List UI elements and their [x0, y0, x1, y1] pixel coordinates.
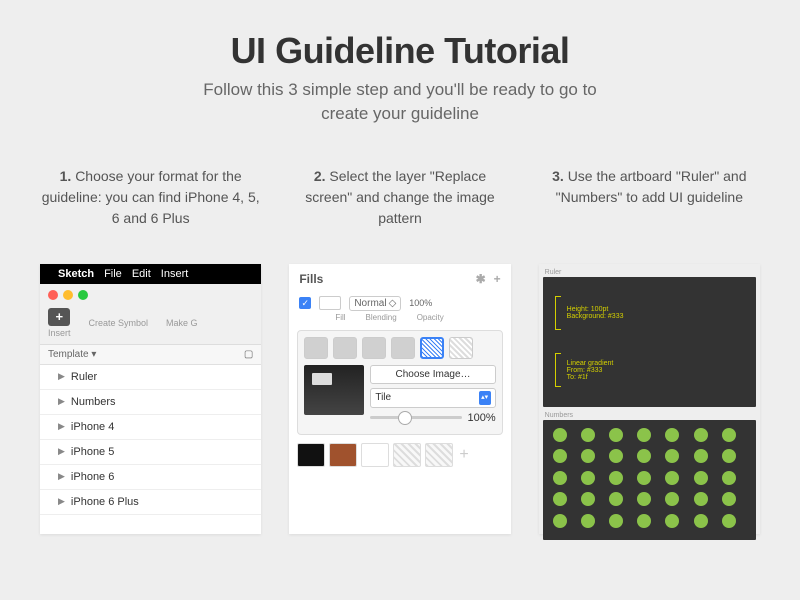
- number-dot: [637, 428, 651, 442]
- number-dot: [694, 492, 708, 506]
- number-dot: [722, 428, 736, 442]
- number-dot: [553, 514, 567, 528]
- artboard-label: Ruler: [543, 268, 756, 277]
- insert-button[interactable]: + Insert: [48, 308, 71, 338]
- layer-item[interactable]: ▶iPhone 6: [40, 465, 261, 490]
- layer-item[interactable]: ▶Numbers: [40, 390, 261, 415]
- fill-type-linear[interactable]: [333, 337, 357, 359]
- number-dot: [637, 514, 651, 528]
- number-dot: [722, 492, 736, 506]
- number-dot: [665, 492, 679, 506]
- choose-image-button[interactable]: Choose Image…: [370, 365, 495, 384]
- number-dot: [581, 449, 595, 463]
- fill-checkbox[interactable]: ✓: [299, 297, 311, 309]
- number-dot: [722, 449, 736, 463]
- number-dot: [553, 471, 567, 485]
- number-dot: [665, 428, 679, 442]
- page-title: UI Guideline Tutorial: [40, 30, 760, 72]
- menubar: Sketch File Edit Insert: [40, 264, 261, 284]
- preset-swatch[interactable]: [425, 443, 453, 467]
- scale-slider[interactable]: [370, 416, 461, 419]
- create-symbol-button[interactable]: Create Symbol: [89, 318, 149, 328]
- ruler-artboard: Height: 100pt Background: #333 Linear gr…: [543, 277, 756, 407]
- screenshot-fills-panel: Fills ✱ + ✓ Normal ◇ 100% Fill Blending …: [289, 264, 510, 534]
- number-dot: [553, 428, 567, 442]
- fill-type-noise[interactable]: [449, 337, 473, 359]
- screenshot-artboards: Ruler Height: 100pt Background: #333: [539, 264, 760, 534]
- fill-type-pattern[interactable]: [420, 337, 444, 359]
- layer-item[interactable]: ▶iPhone 5: [40, 440, 261, 465]
- number-dot: [637, 492, 651, 506]
- gear-icon[interactable]: ✱: [476, 272, 486, 286]
- layer-item[interactable]: ▶iPhone 6 Plus: [40, 490, 261, 515]
- preset-swatch[interactable]: [329, 443, 357, 467]
- number-dot: [722, 471, 736, 485]
- number-dot: [694, 471, 708, 485]
- blend-mode-select[interactable]: Normal ◇: [349, 296, 401, 311]
- page-subtitle: Follow this 3 simple step and you'll be …: [40, 78, 760, 126]
- number-dot: [694, 449, 708, 463]
- template-dropdown[interactable]: Template ▾ ▢: [40, 345, 261, 365]
- number-dot: [694, 428, 708, 442]
- fill-type-flat[interactable]: [304, 337, 328, 359]
- number-dot: [581, 492, 595, 506]
- number-dot: [722, 514, 736, 528]
- number-dot: [665, 514, 679, 528]
- detail-icon: ▢: [244, 349, 253, 360]
- number-dot: [665, 471, 679, 485]
- step-1-text: 1. Choose your format for the guideline:…: [40, 166, 261, 246]
- opacity-value[interactable]: 100%: [409, 298, 432, 308]
- preset-swatch[interactable]: [393, 443, 421, 467]
- preset-swatch[interactable]: [297, 443, 325, 467]
- layer-item[interactable]: ▶Ruler: [40, 365, 261, 390]
- number-dot: [553, 449, 567, 463]
- preset-swatch[interactable]: [361, 443, 389, 467]
- window-toolbar: + Insert Create Symbol Make G: [40, 284, 261, 345]
- number-dot: [609, 428, 623, 442]
- number-dot: [581, 471, 595, 485]
- numbers-artboard: [543, 420, 756, 540]
- screenshot-sketch-layers: Sketch File Edit Insert + Insert: [40, 264, 261, 534]
- layer-list: ▶Ruler ▶Numbers ▶iPhone 4 ▶iPhone 5 ▶iPh…: [40, 365, 261, 515]
- zoom-icon[interactable]: [78, 290, 88, 300]
- make-grid-button[interactable]: Make G: [166, 318, 198, 328]
- number-dot: [609, 492, 623, 506]
- layer-item[interactable]: ▶iPhone 4: [40, 415, 261, 440]
- close-icon[interactable]: [48, 290, 58, 300]
- number-dot: [665, 449, 679, 463]
- artboard-label: Numbers: [543, 411, 756, 420]
- fills-header: Fills: [299, 272, 323, 286]
- fill-popover: Choose Image… Tile ▴▾ 100%: [297, 330, 502, 435]
- number-dot: [637, 449, 651, 463]
- swatch-presets: +: [289, 439, 510, 473]
- number-dot: [609, 449, 623, 463]
- number-dot: [581, 514, 595, 528]
- step-2-text: 2. Select the layer "Replace screen" and…: [289, 166, 510, 246]
- number-dot: [553, 492, 567, 506]
- image-thumbnail[interactable]: [304, 365, 364, 415]
- add-preset-icon[interactable]: +: [459, 446, 468, 464]
- minimize-icon[interactable]: [63, 290, 73, 300]
- number-dot: [609, 471, 623, 485]
- fill-type-angular[interactable]: [391, 337, 415, 359]
- number-dot: [581, 428, 595, 442]
- number-dot: [637, 471, 651, 485]
- fill-type-radial[interactable]: [362, 337, 386, 359]
- scale-value: 100%: [468, 412, 496, 424]
- fill-swatch[interactable]: [319, 296, 341, 310]
- number-dot: [609, 514, 623, 528]
- add-fill-icon[interactable]: +: [494, 272, 501, 286]
- number-dot: [694, 514, 708, 528]
- step-3-text: 3. Use the artboard "Ruler" and "Numbers…: [539, 166, 760, 246]
- tile-mode-select[interactable]: Tile ▴▾: [370, 388, 495, 408]
